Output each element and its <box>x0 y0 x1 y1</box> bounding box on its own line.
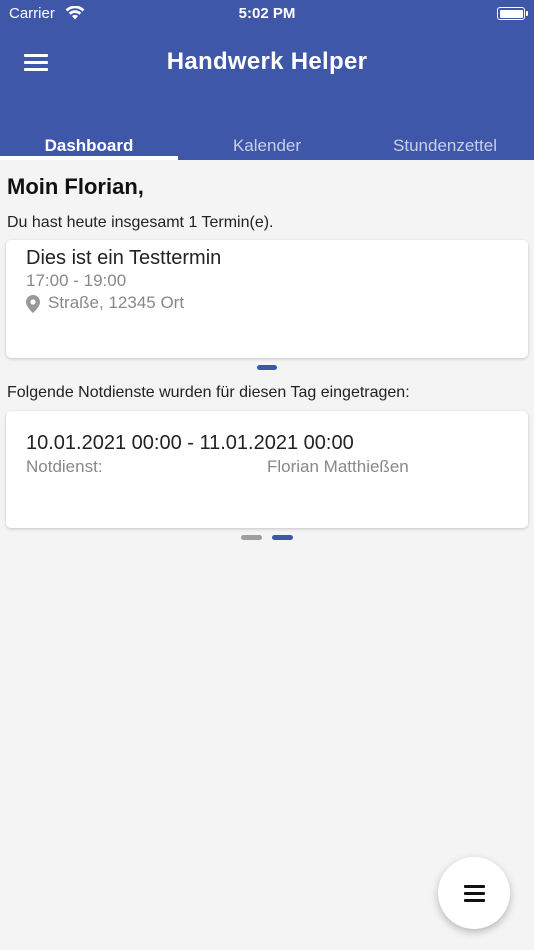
notdienst-label: Notdienst: <box>26 457 103 476</box>
tab-kalender[interactable]: Kalender <box>178 130 356 160</box>
appointment-card[interactable]: Dies ist ein Testtermin 17:00 - 19:00 St… <box>6 240 528 358</box>
notdienst-person: Florian Matthießen <box>267 457 409 476</box>
notdienst-pager-dot-2-active[interactable] <box>272 535 293 540</box>
notdienst-card[interactable]: 10.01.2021 00:00 - 11.01.2021 00:00 Notd… <box>6 411 528 528</box>
appointment-pager-dot-active[interactable] <box>257 365 277 370</box>
fab-menu-button[interactable] <box>438 857 510 929</box>
notdienst-heading: Folgende Notdienste wurden für diesen Ta… <box>7 384 410 401</box>
appointment-title: Dies ist ein Testtermin <box>26 247 222 269</box>
status-bar: Carrier 5:02 PM <box>0 0 534 28</box>
tab-indicator <box>0 156 178 160</box>
notdienst-pager-dot-1[interactable] <box>241 535 262 540</box>
notdienst-range: 10.01.2021 00:00 - 11.01.2021 00:00 <box>26 432 354 454</box>
battery-icon <box>497 7 528 20</box>
appointment-location: Straße, 12345 Ort <box>48 293 185 312</box>
app-header: Carrier 5:02 PM Handwerk Helper Dashboar… <box>0 0 534 160</box>
tab-bar: Dashboard Kalender Stundenzettel <box>0 130 534 160</box>
tab-stundenzettel[interactable]: Stundenzettel <box>356 130 534 160</box>
clock: 5:02 PM <box>238 5 296 22</box>
appointment-time: 17:00 - 19:00 <box>26 271 127 290</box>
appointment-summary: Du hast heute insgesamt 1 Termin(e). <box>7 214 274 231</box>
app-title: Handwerk Helper <box>166 48 368 75</box>
greeting: Moin Florian, <box>7 174 144 199</box>
map-pin-icon <box>26 295 40 313</box>
